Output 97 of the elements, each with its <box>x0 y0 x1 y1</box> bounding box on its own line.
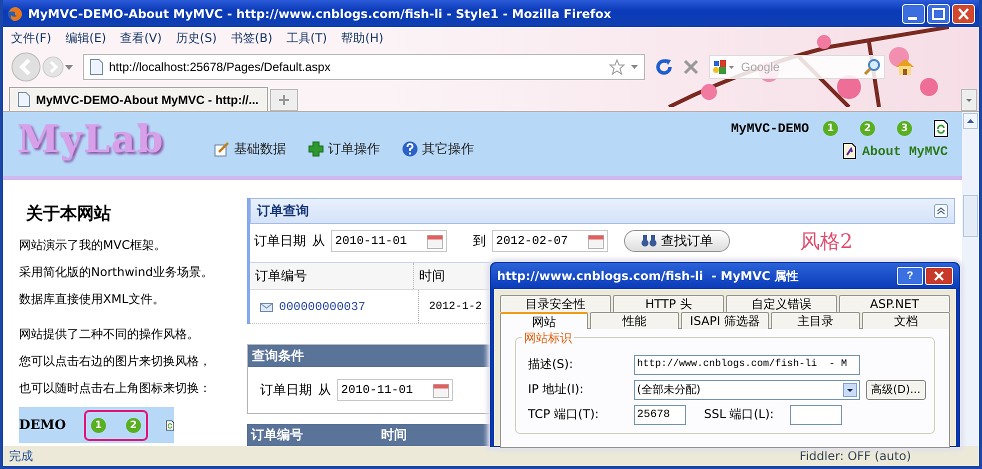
calendar-icon[interactable] <box>588 233 604 249</box>
about-link[interactable]: About MyMVC <box>843 143 948 159</box>
collapse-icon[interactable] <box>934 204 948 218</box>
menu-item[interactable]: 文件(F) <box>11 30 52 46</box>
home-icon[interactable] <box>895 58 915 76</box>
panel-title: 订单查询 <box>257 203 309 220</box>
ssl-port-field[interactable] <box>790 404 842 424</box>
back-icon[interactable] <box>11 52 41 82</box>
date-field[interactable]: 2010-11-01 <box>331 230 447 252</box>
window-title: MyMVC-DEMO-About MyMVC - http://www.cnblogs.com/fish-li - Style1 - Mozilla Firefox <box>28 6 612 20</box>
scroll-up-icon[interactable] <box>963 113 978 129</box>
close-icon[interactable] <box>925 267 953 285</box>
dialog-tab[interactable]: 自定义错误 <box>726 295 837 312</box>
site-logo: MyLab <box>17 116 164 161</box>
close-icon[interactable] <box>952 4 975 24</box>
minimize-icon[interactable] <box>902 4 925 24</box>
menu-item[interactable]: 帮助(H) <box>341 30 384 46</box>
field-label: SSL 端口(L): <box>704 406 775 423</box>
field-label: 到 <box>473 233 486 250</box>
site-name: MyMVC-DEMO <box>730 121 809 136</box>
reload-icon[interactable] <box>655 58 673 76</box>
field-label: 从 <box>318 382 331 399</box>
demo-label: DEMO <box>19 418 66 432</box>
menu-item[interactable]: 书签(B) <box>230 30 272 46</box>
column-header: 时间 <box>381 427 407 444</box>
find-orders-button[interactable]: 查找订单 <box>624 230 730 252</box>
nav-link[interactable]: 基础数据 <box>214 140 286 158</box>
dialog-tab[interactable]: ASP.NET <box>839 295 950 312</box>
style-caption: 风格2 <box>800 228 853 254</box>
status-text: 完成 <box>9 448 33 464</box>
scrollbar[interactable] <box>962 112 979 446</box>
menu-item[interactable]: 编辑(E) <box>65 30 106 46</box>
field-label: 从 <box>312 233 325 250</box>
field-label: 订单日期 <box>254 233 306 250</box>
sidebar-text: 网站提供了二种不同的操作风格。 <box>19 326 200 343</box>
sidebar-heading: 关于本网站 <box>26 203 112 225</box>
envelope-icon <box>260 301 273 312</box>
maximize-icon[interactable] <box>927 4 950 24</box>
field-label: 订单日期 <box>260 382 312 399</box>
document-icon <box>843 143 856 159</box>
field-label: IP 地址(I): <box>528 381 585 398</box>
description-field[interactable]: http://www.cnblogs.com/fish-li - M <box>634 354 860 374</box>
dialog-title: http://www.cnblogs.com/fish-li - MyMVC 属性 <box>497 268 800 284</box>
scroll-thumb[interactable] <box>963 195 978 237</box>
star-icon[interactable] <box>609 59 625 75</box>
stop-icon[interactable] <box>683 59 699 75</box>
firefox-icon <box>7 6 23 22</box>
field-label: 描述(S): <box>528 356 574 373</box>
menu-item[interactable]: 查看(V) <box>120 30 162 46</box>
date-field[interactable]: 2010-11-01 <box>337 379 453 401</box>
dialog-tab[interactable]: 目录安全性 <box>500 295 611 312</box>
browser-tab[interactable]: MyMVC-DEMO-About MyMVC - http://... <box>9 87 268 111</box>
calendar-icon[interactable] <box>433 382 449 398</box>
page-icon <box>18 92 30 107</box>
new-tab-icon[interactable] <box>270 89 298 111</box>
sidebar-text: 网站演示了我的MVC框架。 <box>19 237 167 254</box>
menu-item[interactable]: 历史(S) <box>176 30 217 46</box>
search-icon[interactable] <box>863 58 881 76</box>
column-header: 时间 <box>418 268 446 286</box>
search-engine-icon[interactable] <box>713 59 735 75</box>
order-number-link[interactable]: 000000000037 <box>250 290 419 323</box>
dialog-tab[interactable]: HTTP 头 <box>613 295 724 312</box>
column-header: 订单编号 <box>250 263 414 289</box>
tab-list-icon[interactable] <box>961 89 977 111</box>
dialog-tab[interactable]: ISAPI 筛选器 <box>680 312 770 329</box>
dropdown-icon[interactable] <box>631 65 638 69</box>
calendar-icon[interactable] <box>427 233 443 249</box>
ip-address-dropdown[interactable]: (全部未分配) <box>634 380 860 400</box>
plus-icon <box>308 141 324 157</box>
edit-icon <box>214 141 230 157</box>
dialog-tab[interactable]: 性能 <box>590 312 679 329</box>
history-dropdown-icon[interactable] <box>65 64 73 70</box>
binoculars-icon <box>641 234 657 248</box>
dialog-tab[interactable]: 主目录 <box>771 312 860 329</box>
sidebar-text: 您可以点击右边的图片来切换风格， <box>19 353 212 370</box>
dialog-tab[interactable]: 网站 <box>500 312 588 329</box>
panel-title: 查询条件 <box>252 348 304 365</box>
field-label: TCP 端口(T): <box>528 406 600 423</box>
tcp-port-field[interactable]: 25678 <box>634 404 686 424</box>
sidebar-text: 也可以随时点击右上角图标来切换： <box>19 380 212 397</box>
nav-link[interactable]: 订单操作 <box>308 140 380 158</box>
refresh-document-icon[interactable] <box>934 120 948 137</box>
group-title: 网站标识 <box>522 330 574 347</box>
sidebar-text: 数据库直接使用XML文件。 <box>19 291 166 308</box>
help-icon <box>402 141 418 157</box>
column-header: 订单编号 <box>251 426 304 444</box>
menu-item[interactable]: 工具(T) <box>286 30 328 46</box>
help-button[interactable]: ? <box>897 267 923 285</box>
nav-link[interactable]: 其它操作 <box>402 140 474 158</box>
date-field[interactable]: 2012-02-07 <box>492 230 608 252</box>
sidebar-text: 采用简化版的Northwind业务场景。 <box>19 264 214 281</box>
address-field[interactable]: http://localhost:25678/Pages/Default.aspx <box>83 54 645 80</box>
page-icon <box>90 59 103 75</box>
advanced-button[interactable]: 高级(D)... <box>866 380 926 400</box>
table-cell-text: 2012-1-2 <box>428 300 483 314</box>
dialog-tab[interactable]: 文档 <box>862 312 950 329</box>
fiddler-status: Fiddler: OFF (auto) <box>800 449 911 463</box>
